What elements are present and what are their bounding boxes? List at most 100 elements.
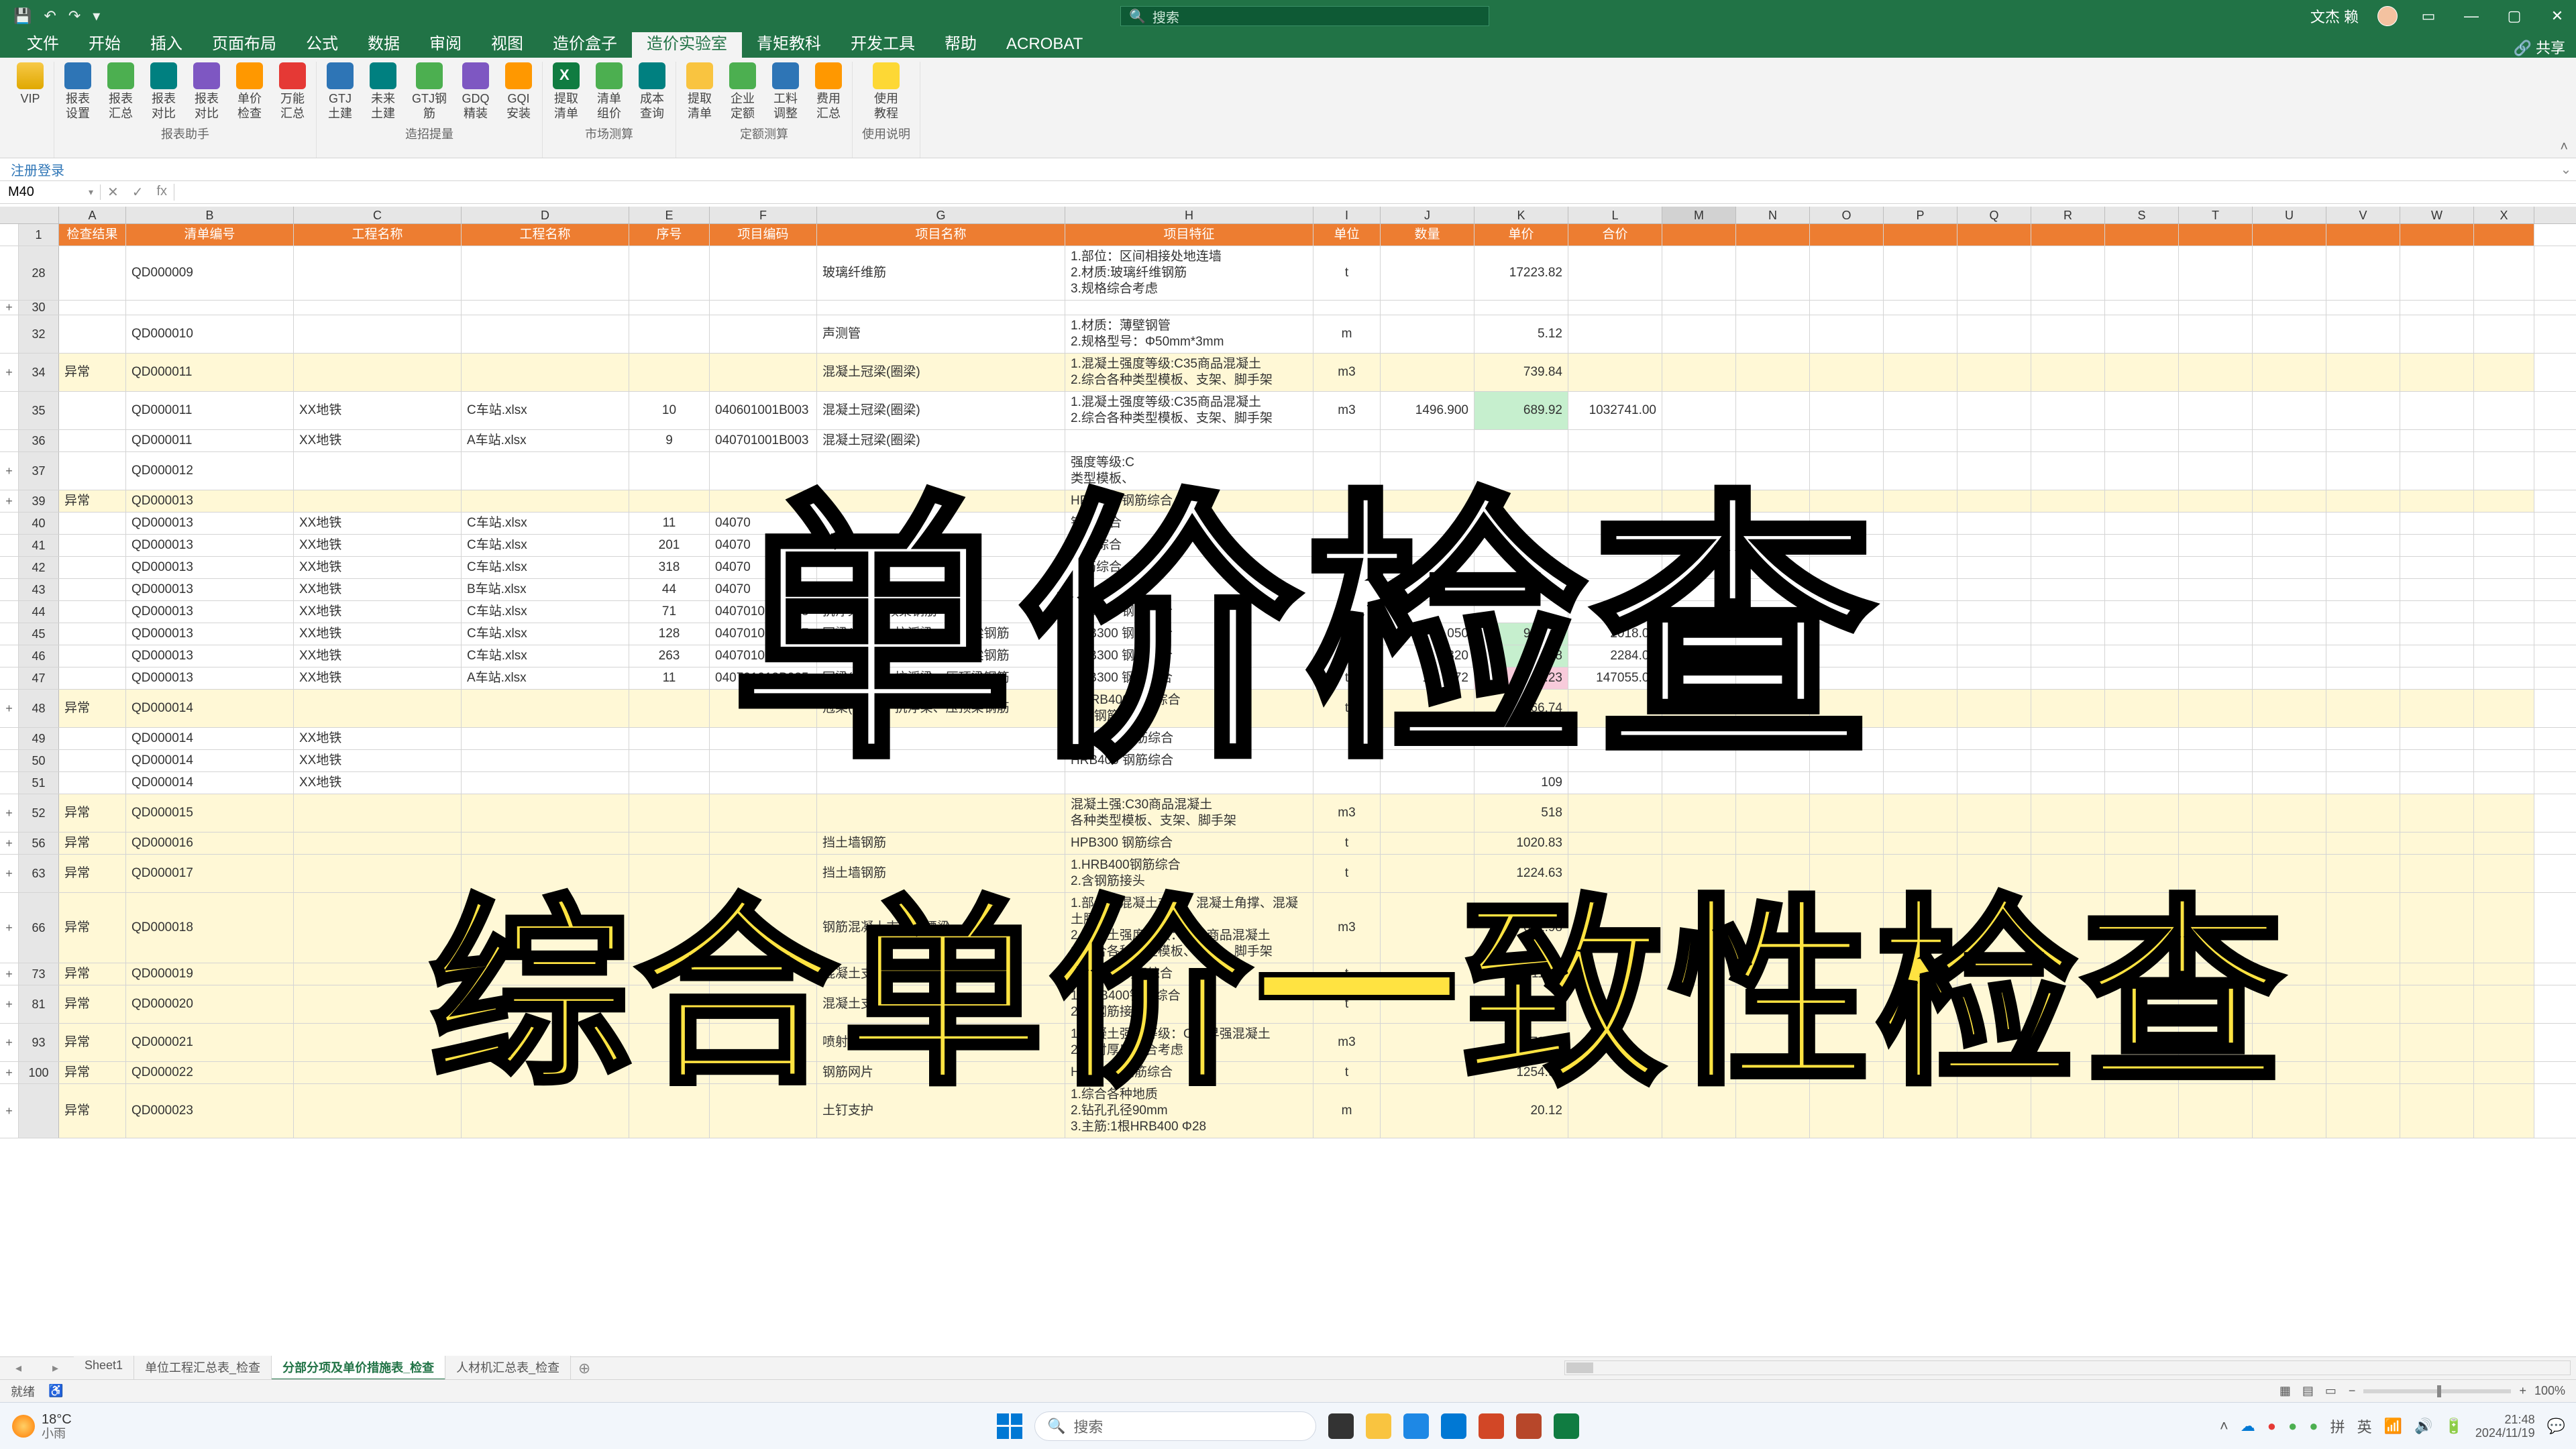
cell[interactable]: [2474, 430, 2534, 451]
cell[interactable]: [1810, 1024, 1884, 1061]
cell[interactable]: [2105, 855, 2179, 892]
col-header-K[interactable]: K: [1474, 207, 1568, 223]
cell[interactable]: [2253, 1084, 2326, 1138]
cell[interactable]: 土钉支护: [817, 1084, 1065, 1138]
row-header[interactable]: 73: [19, 963, 59, 985]
cell[interactable]: [1736, 301, 1810, 315]
row-header[interactable]: 42: [19, 557, 59, 578]
cell[interactable]: [59, 579, 126, 600]
cell[interactable]: [59, 728, 126, 749]
cell[interactable]: [294, 1062, 462, 1083]
cell[interactable]: [1662, 623, 1736, 645]
cell[interactable]: 040701001B003: [710, 430, 817, 451]
search-box[interactable]: 🔍 搜索: [1120, 6, 1489, 26]
cell[interactable]: 冠梁(圈梁)、抗浮梁、压顶梁钢筋: [817, 623, 1065, 645]
outline-toggle[interactable]: +: [0, 893, 19, 963]
cell[interactable]: [1884, 794, 1957, 832]
cell[interactable]: [1810, 623, 1884, 645]
cell[interactable]: [1568, 985, 1662, 1023]
cell[interactable]: [1736, 601, 1810, 623]
cell[interactable]: QD000019: [126, 963, 294, 985]
cell[interactable]: [1736, 579, 1810, 600]
cell[interactable]: [1957, 645, 2031, 667]
cell[interactable]: [2253, 623, 2326, 645]
cell[interactable]: [1474, 301, 1568, 315]
cell[interactable]: [2105, 1062, 2179, 1083]
cell[interactable]: [629, 728, 710, 749]
cell[interactable]: [1957, 490, 2031, 512]
cell[interactable]: [59, 601, 126, 623]
cell[interactable]: [1381, 893, 1474, 963]
cell[interactable]: [629, 1062, 710, 1083]
col-header-M[interactable]: M: [1662, 207, 1736, 223]
cell[interactable]: [2326, 1024, 2400, 1061]
cell[interactable]: [2400, 1084, 2474, 1138]
cell[interactable]: t: [1313, 645, 1381, 667]
outline-toggle[interactable]: +: [0, 452, 19, 490]
cell[interactable]: [1884, 452, 1957, 490]
accessibility-icon[interactable]: ♿: [48, 1384, 63, 1398]
cell[interactable]: 10: [629, 392, 710, 429]
cell[interactable]: [2400, 430, 2474, 451]
cell[interactable]: [1662, 728, 1736, 749]
cell[interactable]: [1810, 772, 1884, 794]
ribbon-button-4-2[interactable]: 工料 调整: [771, 62, 800, 121]
cell[interactable]: [1474, 490, 1568, 512]
cell[interactable]: [1810, 601, 1884, 623]
cell[interactable]: m3: [1313, 354, 1381, 391]
cell[interactable]: [2031, 893, 2105, 963]
cell[interactable]: [1381, 690, 1474, 727]
col-header-E[interactable]: E: [629, 207, 710, 223]
cell[interactable]: [2400, 535, 2474, 556]
cell[interactable]: [1957, 794, 2031, 832]
cell[interactable]: 1.混凝土强度等级:C35商品混凝土 2.综合各种类型模板、支架、脚手架: [1065, 354, 1313, 391]
cell[interactable]: [1065, 579, 1313, 600]
cell[interactable]: QD000021: [126, 1024, 294, 1061]
cell[interactable]: 1120.23: [1474, 667, 1568, 689]
cell[interactable]: QD000014: [126, 728, 294, 749]
cell[interactable]: [2400, 833, 2474, 854]
cell[interactable]: [2179, 893, 2253, 963]
cell[interactable]: [1884, 1084, 1957, 1138]
cell[interactable]: t: [1313, 985, 1381, 1023]
cell[interactable]: [1065, 772, 1313, 794]
cell[interactable]: [1736, 750, 1810, 771]
cell[interactable]: [1884, 645, 1957, 667]
cell[interactable]: [1957, 513, 2031, 534]
cell[interactable]: t: [1313, 623, 1381, 645]
cell[interactable]: [1736, 690, 1810, 727]
col-header-R[interactable]: R: [2031, 207, 2105, 223]
cell[interactable]: [1957, 667, 2031, 689]
cell[interactable]: [710, 315, 817, 353]
cell[interactable]: [629, 963, 710, 985]
col-header-I[interactable]: I: [1313, 207, 1381, 223]
cell[interactable]: 单位: [1313, 224, 1381, 246]
cell[interactable]: [1568, 963, 1662, 985]
col-header-W[interactable]: W: [2400, 207, 2474, 223]
cell[interactable]: [1810, 963, 1884, 985]
cell[interactable]: HPB300 钢筋综合: [1065, 833, 1313, 854]
cell[interactable]: [462, 452, 629, 490]
row-header[interactable]: 39: [19, 490, 59, 512]
cell[interactable]: [1736, 354, 1810, 391]
cell[interactable]: 04070: [710, 513, 817, 534]
cell[interactable]: [2031, 246, 2105, 300]
cell[interactable]: 异常: [59, 893, 126, 963]
cell[interactable]: [294, 690, 462, 727]
cell[interactable]: [2253, 728, 2326, 749]
cell[interactable]: HPB300 钢筋综合: [1065, 623, 1313, 645]
cell[interactable]: [710, 855, 817, 892]
outline-toggle[interactable]: +: [0, 301, 19, 315]
col-header-T[interactable]: T: [2179, 207, 2253, 223]
cell[interactable]: [1662, 490, 1736, 512]
cell[interactable]: [1884, 667, 1957, 689]
cell[interactable]: [2179, 1062, 2253, 1083]
cell[interactable]: [1736, 728, 1810, 749]
cell[interactable]: [1065, 430, 1313, 451]
cell[interactable]: [1957, 728, 2031, 749]
row-header[interactable]: 36: [19, 430, 59, 451]
cell[interactable]: 项目特征: [1065, 224, 1313, 246]
cell[interactable]: 序号: [629, 224, 710, 246]
cell[interactable]: [1957, 579, 2031, 600]
cell[interactable]: 71: [629, 601, 710, 623]
